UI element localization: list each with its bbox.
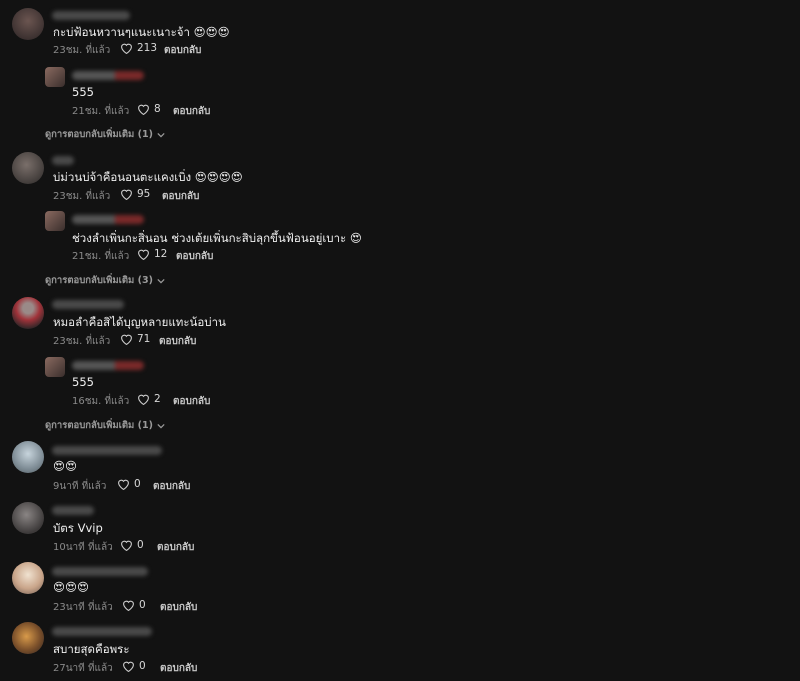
like-button[interactable]: 12 bbox=[137, 248, 167, 260]
like-button[interactable]: 0 bbox=[117, 478, 141, 490]
reply-button[interactable]: ตอบกลับ bbox=[157, 540, 194, 555]
username-blurred[interactable] bbox=[72, 215, 144, 224]
chevron-down-icon bbox=[157, 132, 165, 137]
avatar[interactable] bbox=[12, 441, 44, 473]
reply-timestamp: 21ชม. ที่แล้ว bbox=[72, 251, 130, 262]
avatar[interactable] bbox=[45, 67, 65, 87]
username-blurred[interactable] bbox=[52, 446, 162, 455]
like-button[interactable]: 2 bbox=[137, 393, 161, 405]
username-blurred[interactable] bbox=[52, 156, 74, 165]
reply-text: 555 bbox=[72, 85, 94, 99]
avatar[interactable] bbox=[12, 152, 44, 184]
view-more-replies-button[interactable]: ดูการตอบกลับเพิ่มเติม (1) bbox=[45, 127, 165, 142]
view-more-replies-label: ดูการตอบกลับเพิ่มเติม (1) bbox=[45, 420, 153, 431]
heart-outline-icon bbox=[121, 334, 132, 345]
username-blurred[interactable] bbox=[52, 567, 148, 576]
like-button[interactable]: 0 bbox=[122, 599, 146, 611]
avatar[interactable] bbox=[12, 562, 44, 594]
username-blurred[interactable] bbox=[52, 506, 94, 515]
avatar[interactable] bbox=[12, 622, 44, 654]
like-count: 71 bbox=[137, 333, 151, 345]
like-count: 0 bbox=[139, 660, 146, 672]
reply-button[interactable]: ตอบกลับ bbox=[159, 334, 196, 349]
like-button[interactable]: 0 bbox=[122, 660, 146, 672]
comment-timestamp: 10นาที ที่แล้ว bbox=[53, 542, 113, 553]
heart-outline-icon bbox=[138, 394, 149, 405]
like-button[interactable]: 213 bbox=[120, 42, 157, 54]
username-blurred[interactable] bbox=[52, 300, 124, 309]
comment-text: 😍😍 bbox=[53, 459, 77, 473]
reply-button[interactable]: ตอบกลับ bbox=[176, 249, 213, 264]
view-more-replies-button[interactable]: ดูการตอบกลับเพิ่มเติม (3) bbox=[45, 273, 165, 288]
avatar[interactable] bbox=[45, 211, 65, 231]
comment-timestamp: 23ชม. ที่แล้ว bbox=[53, 336, 111, 347]
comment-text: สบายสุดคือพระ bbox=[53, 642, 130, 656]
avatar[interactable] bbox=[12, 297, 44, 329]
comment-text: บ่ม่วนบ่จ้าคือนอนตะแคงเบิ่ง 😍😍😍😍 bbox=[53, 170, 243, 184]
like-count: 12 bbox=[154, 248, 168, 260]
avatar[interactable] bbox=[45, 357, 65, 377]
like-count: 8 bbox=[154, 103, 161, 115]
reply-button[interactable]: ตอบกลับ bbox=[173, 394, 210, 409]
like-button[interactable]: 71 bbox=[120, 333, 150, 345]
like-button[interactable]: 0 bbox=[120, 539, 144, 551]
heart-outline-icon bbox=[118, 479, 129, 490]
heart-outline-icon bbox=[123, 600, 134, 611]
view-more-replies-label: ดูการตอบกลับเพิ่มเติม (1) bbox=[45, 129, 153, 140]
reply-text: 555 bbox=[72, 375, 94, 389]
like-count: 0 bbox=[139, 599, 146, 611]
comment-text: กะบ่ฟ้อนหวานๆแนะเนาะจ้า 😍😍😍 bbox=[53, 25, 230, 39]
comment-timestamp: 27นาที ที่แล้ว bbox=[53, 663, 113, 674]
reply-timestamp: 21ชม. ที่แล้ว bbox=[72, 106, 130, 117]
reply-button[interactable]: ตอบกลับ bbox=[160, 661, 197, 676]
heart-outline-icon bbox=[121, 189, 132, 200]
reply-button[interactable]: ตอบกลับ bbox=[162, 189, 199, 204]
comment-timestamp: 23นาที ที่แล้ว bbox=[53, 602, 113, 613]
chevron-down-icon bbox=[157, 278, 165, 283]
username-blurred[interactable] bbox=[52, 627, 152, 636]
comment-timestamp: 9นาที ที่แล้ว bbox=[53, 481, 107, 492]
heart-outline-icon bbox=[123, 661, 134, 672]
comment-text: บัตร Vvip bbox=[53, 521, 103, 535]
avatar[interactable] bbox=[12, 502, 44, 534]
like-count: 0 bbox=[134, 478, 141, 490]
username-blurred[interactable] bbox=[72, 361, 144, 370]
comment-text: 😍😍😍 bbox=[53, 580, 89, 594]
reply-text: ช่วงลำเพิ่นกะสิ่นอน ช่วงเต้ยเพิ่นกะสิบ่ล… bbox=[72, 231, 362, 245]
avatar[interactable] bbox=[12, 8, 44, 40]
reply-timestamp: 16ชม. ที่แล้ว bbox=[72, 396, 130, 407]
heart-outline-icon bbox=[138, 249, 149, 260]
like-count: 95 bbox=[137, 188, 151, 200]
heart-outline-icon bbox=[121, 540, 132, 551]
reply-button[interactable]: ตอบกลับ bbox=[164, 43, 201, 58]
comment-timestamp: 23ชม. ที่แล้ว bbox=[53, 45, 111, 56]
heart-outline-icon bbox=[121, 43, 132, 54]
comment-timestamp: 23ชม. ที่แล้ว bbox=[53, 191, 111, 202]
like-count: 213 bbox=[137, 42, 158, 54]
chevron-down-icon bbox=[157, 423, 165, 428]
heart-outline-icon bbox=[138, 104, 149, 115]
reply-button[interactable]: ตอบกลับ bbox=[173, 104, 210, 119]
view-more-replies-label: ดูการตอบกลับเพิ่มเติม (3) bbox=[45, 275, 153, 286]
view-more-replies-button[interactable]: ดูการตอบกลับเพิ่มเติม (1) bbox=[45, 418, 165, 433]
username-blurred[interactable] bbox=[52, 11, 130, 20]
reply-button[interactable]: ตอบกลับ bbox=[160, 600, 197, 615]
like-count: 0 bbox=[137, 539, 144, 551]
like-button[interactable]: 8 bbox=[137, 103, 161, 115]
like-button[interactable]: 95 bbox=[120, 188, 150, 200]
username-blurred[interactable] bbox=[72, 71, 144, 80]
reply-button[interactable]: ตอบกลับ bbox=[153, 479, 190, 494]
like-count: 2 bbox=[154, 393, 161, 405]
comment-text: หมอลำคือสิได้บุญหลายแทะน้อบ่าน bbox=[53, 315, 226, 329]
